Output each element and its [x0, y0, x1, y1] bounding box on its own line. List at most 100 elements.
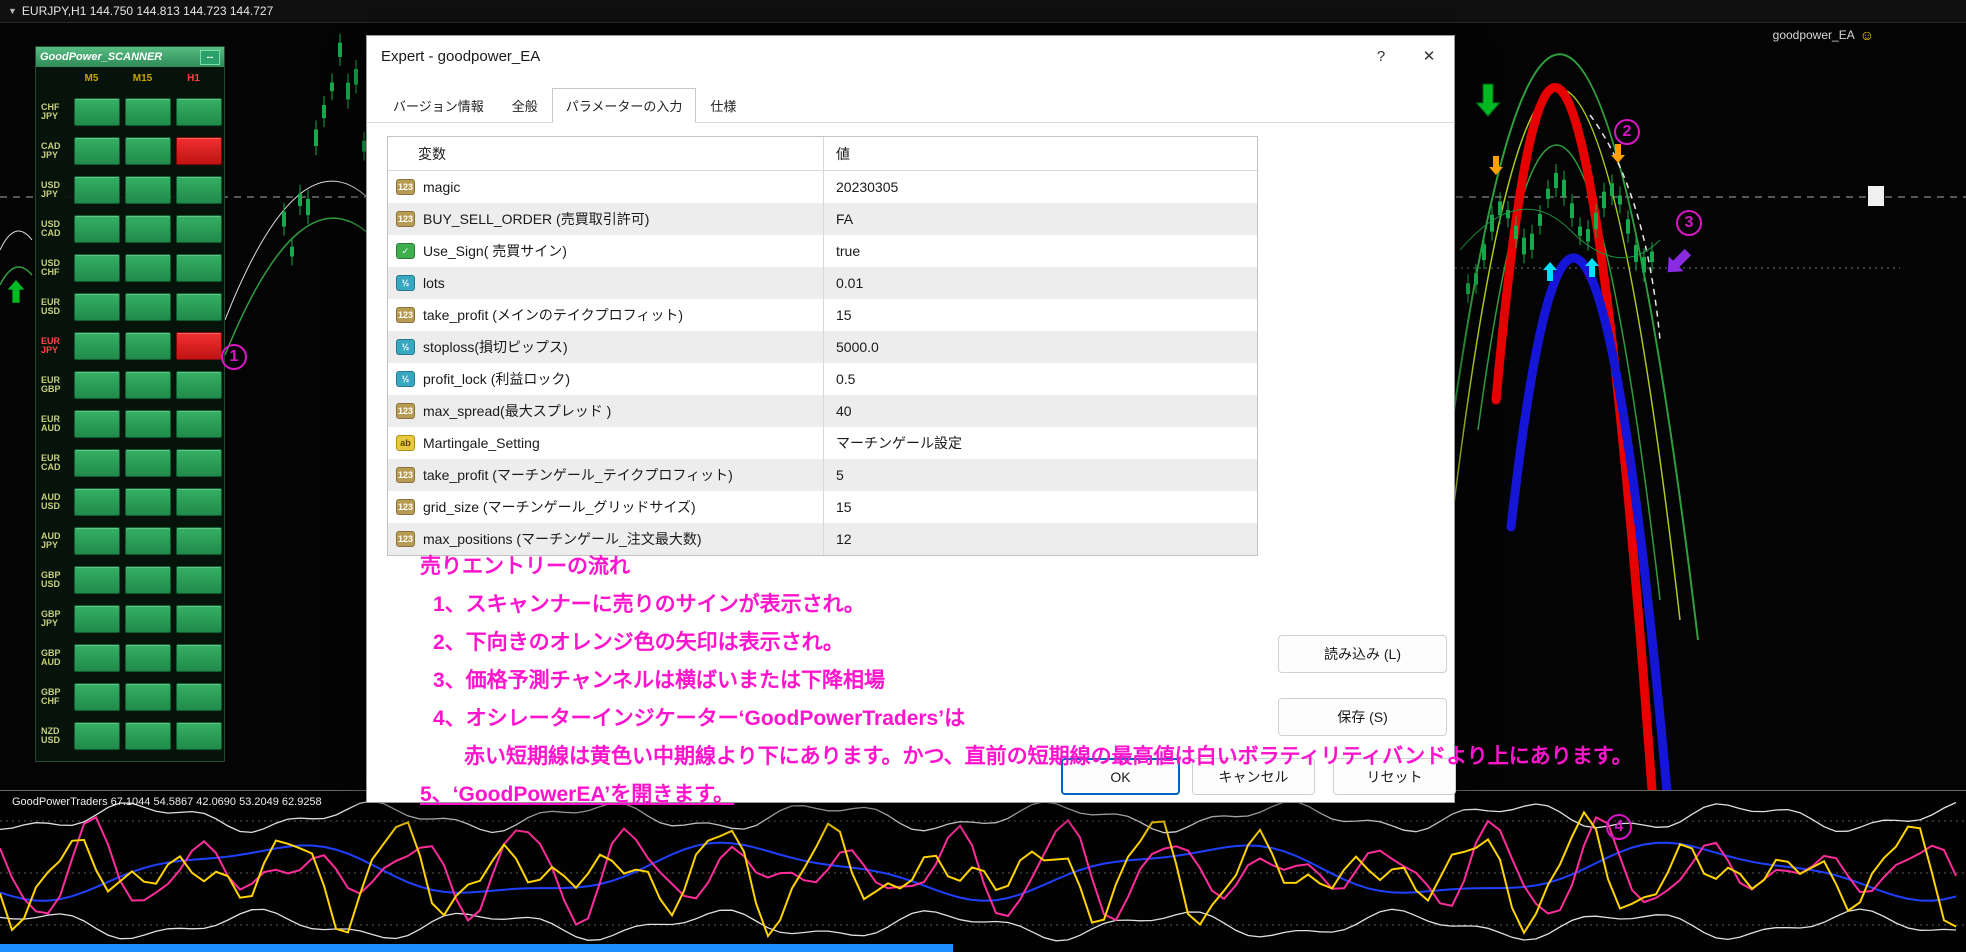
scanner-row: EUR CAD: [38, 448, 222, 478]
signal-cell-green[interactable]: [176, 176, 222, 204]
signal-cell-green[interactable]: [125, 644, 171, 672]
param-row[interactable]: ½ lots 0.01: [388, 267, 1257, 299]
signal-cell-green[interactable]: [74, 137, 120, 165]
signal-cell-green[interactable]: [74, 722, 120, 750]
param-row[interactable]: 123 take_profit (メインのテイクプロフィット) 15: [388, 299, 1257, 331]
param-row[interactable]: ½ stoploss(損切ピップス) 5000.0: [388, 331, 1257, 363]
signal-cell-green[interactable]: [176, 605, 222, 633]
save-button[interactable]: 保存 (S): [1278, 698, 1447, 736]
signal-cell-green[interactable]: [125, 605, 171, 633]
chevron-down-icon[interactable]: ▼: [8, 6, 17, 16]
signal-cell-green[interactable]: [125, 98, 171, 126]
chart-symbol-bar: ▼ EURJPY,H1 144.750 144.813 144.723 144.…: [0, 0, 1966, 23]
signal-cell-green[interactable]: [125, 722, 171, 750]
signal-cell-green[interactable]: [176, 371, 222, 399]
scanner-minimize-button[interactable]: --: [200, 49, 220, 65]
signal-cell-green[interactable]: [74, 605, 120, 633]
signal-cell-green[interactable]: [74, 371, 120, 399]
param-value[interactable]: 5000.0: [823, 331, 1257, 363]
param-row[interactable]: ab Martingale_Setting マーチンゲール設定: [388, 427, 1257, 459]
signal-cell-green[interactable]: [176, 566, 222, 594]
param-row[interactable]: ½ profit_lock (利益ロック) 0.5: [388, 363, 1257, 395]
param-value[interactable]: 12: [823, 523, 1257, 555]
purple-down-left-arrow-icon: [1667, 248, 1692, 273]
param-value[interactable]: 0.01: [823, 267, 1257, 299]
signal-cell-green[interactable]: [125, 215, 171, 243]
pair-label: USD CHF: [41, 258, 61, 277]
signal-cell-green[interactable]: [74, 527, 120, 555]
ea-smiley-icon[interactable]: ☺: [1860, 27, 1874, 43]
signal-cell-green[interactable]: [125, 566, 171, 594]
oscillator-mid-term-yellow-line: [0, 810, 1957, 939]
signal-cell-green[interactable]: [74, 254, 120, 282]
param-row[interactable]: 123 grid_size (マーチンゲール_グリッドサイズ) 15: [388, 491, 1257, 523]
param-value[interactable]: 15: [823, 299, 1257, 331]
help-button[interactable]: ?: [1358, 36, 1404, 76]
param-value[interactable]: 40: [823, 395, 1257, 427]
signal-cell-green[interactable]: [74, 449, 120, 477]
param-value[interactable]: 0.5: [823, 363, 1257, 395]
signal-cell-green[interactable]: [125, 683, 171, 711]
column-header-variable: 変数: [418, 145, 446, 162]
signal-cell-green[interactable]: [176, 644, 222, 672]
signal-cell-red[interactable]: [176, 137, 222, 165]
load-button[interactable]: 読み込み (L): [1278, 635, 1447, 673]
signal-cell-green[interactable]: [125, 332, 171, 360]
signal-cell-green[interactable]: [74, 683, 120, 711]
tab-inputs[interactable]: パラメーターの入力: [551, 88, 697, 123]
signal-cell-green[interactable]: [125, 488, 171, 516]
param-row[interactable]: ✓ Use_Sign( 売買サイン) true: [388, 235, 1257, 267]
signal-cell-green[interactable]: [74, 215, 120, 243]
signal-cell-green[interactable]: [125, 449, 171, 477]
signal-cell-green[interactable]: [176, 293, 222, 321]
signal-cell-green[interactable]: [125, 137, 171, 165]
tab-common[interactable]: 全般: [498, 88, 552, 123]
scanner-header[interactable]: GoodPower_SCANNER --: [36, 47, 224, 67]
signal-cell-green[interactable]: [74, 293, 120, 321]
param-row[interactable]: 123 take_profit (マーチンゲール_テイクプロフィット) 5: [388, 459, 1257, 491]
param-row[interactable]: 123 BUY_SELL_ORDER (売買取引許可) FA: [388, 203, 1257, 235]
param-value[interactable]: true: [823, 235, 1257, 267]
signal-cell-green[interactable]: [125, 527, 171, 555]
signal-cell-green[interactable]: [176, 488, 222, 516]
ea-badge[interactable]: goodpower_EA ☺: [1773, 27, 1874, 43]
signal-cell-green[interactable]: [176, 683, 222, 711]
signal-cell-green[interactable]: [176, 449, 222, 477]
signal-cell-green[interactable]: [125, 371, 171, 399]
tab-version-info[interactable]: バージョン情報: [379, 88, 498, 123]
param-value[interactable]: FA: [823, 203, 1257, 235]
annotation-step-3: 3、価格予測チャンネルは横ばいまたは下降相場: [433, 669, 886, 692]
close-icon[interactable]: ✕: [1404, 36, 1454, 76]
dialog-title-bar[interactable]: Expert - goodpower_EA ? ✕: [367, 36, 1454, 76]
param-value[interactable]: 20230305: [823, 171, 1257, 203]
signal-cell-green[interactable]: [125, 410, 171, 438]
signal-cell-green[interactable]: [125, 176, 171, 204]
signal-cell-green[interactable]: [74, 176, 120, 204]
pair-label: GBP AUD: [41, 648, 61, 667]
signal-cell-green[interactable]: [176, 527, 222, 555]
signal-cell-green[interactable]: [176, 410, 222, 438]
scanner-row: USD CHF: [38, 253, 222, 283]
signal-cell-green[interactable]: [74, 410, 120, 438]
signal-cell-green[interactable]: [74, 644, 120, 672]
signal-cell-green[interactable]: [74, 332, 120, 360]
sell-entry-green-arrow-icon: [1474, 83, 1502, 118]
param-row[interactable]: 123 magic 20230305: [388, 171, 1257, 203]
signal-cell-green[interactable]: [74, 488, 120, 516]
signal-cell-green[interactable]: [125, 293, 171, 321]
param-value[interactable]: 15: [823, 491, 1257, 523]
signal-cell-green[interactable]: [176, 215, 222, 243]
signal-cell-red[interactable]: [176, 332, 222, 360]
signal-cell-green[interactable]: [176, 98, 222, 126]
param-value[interactable]: 5: [823, 459, 1257, 491]
param-value[interactable]: マーチンゲール設定: [823, 427, 1257, 459]
param-row[interactable]: 123 max_spread(最大スプレッド ) 40: [388, 395, 1257, 427]
signal-cell-green[interactable]: [176, 722, 222, 750]
param-name-cell: 123 grid_size (マーチンゲール_グリッドサイズ): [388, 491, 823, 523]
signal-cell-green[interactable]: [125, 254, 171, 282]
signal-cell-green[interactable]: [176, 254, 222, 282]
signal-cell-green[interactable]: [74, 98, 120, 126]
signal-cell-green[interactable]: [74, 566, 120, 594]
tab-dependencies[interactable]: 仕様: [696, 88, 750, 123]
pair-label: CHF JPY: [41, 102, 60, 121]
